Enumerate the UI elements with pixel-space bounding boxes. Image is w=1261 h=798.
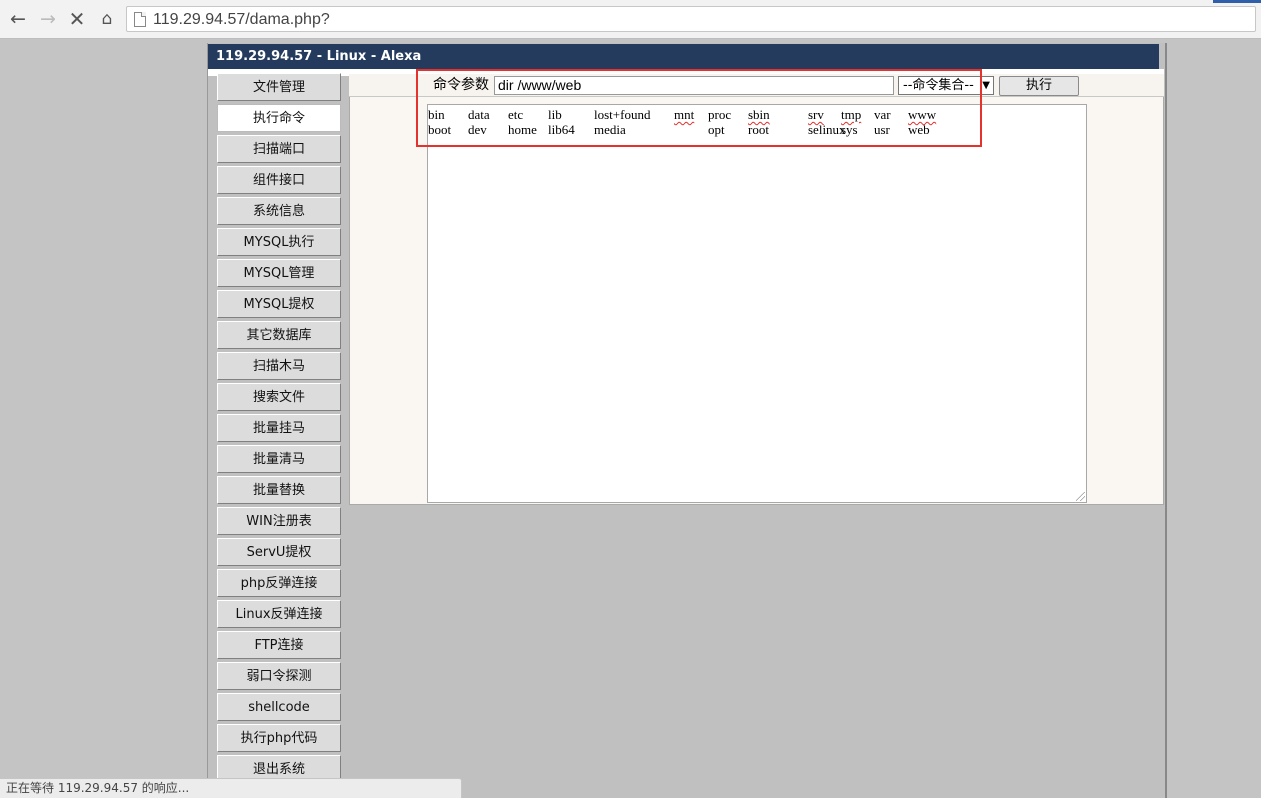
address-bar[interactable]: 119.29.94.57/dama.php? — [126, 6, 1256, 32]
sidebar-item[interactable]: MYSQL执行 — [217, 228, 341, 256]
sidebar-item[interactable]: 其它数据库 — [217, 321, 341, 349]
sidebar-item[interactable]: 扫描端口 — [217, 135, 341, 163]
dropdown-arrow-icon: ▼ — [982, 80, 990, 91]
page-title: 119.29.94.57 - Linux - Alexa — [208, 44, 1159, 69]
sidebar-item[interactable]: MYSQL管理 — [217, 259, 341, 287]
sidebar-item[interactable]: 扫描木马 — [217, 352, 341, 380]
sidebar-item[interactable]: 批量清马 — [217, 445, 341, 473]
sidebar-item[interactable]: 批量替换 — [217, 476, 341, 504]
sidebar-item[interactable]: MYSQL提权 — [217, 290, 341, 318]
address-url[interactable]: 119.29.94.57/dama.php? — [153, 11, 330, 29]
sidebar-item[interactable]: 批量挂马 — [217, 414, 341, 442]
sidebar-item[interactable]: 系统信息 — [217, 197, 341, 225]
back-arrow-icon[interactable]: ← — [6, 7, 30, 31]
sidebar-item[interactable]: php反弹连接 — [217, 569, 341, 597]
stop-loading-icon[interactable]: ✕ — [65, 7, 89, 31]
status-bar: 正在等待 119.29.94.57 的响应... — [0, 778, 462, 798]
sidebar-item[interactable]: 执行php代码 — [217, 724, 341, 752]
home-icon[interactable]: ⌂ — [95, 7, 119, 31]
sidebar-item[interactable]: WIN注册表 — [217, 507, 341, 535]
forward-arrow-icon[interactable]: → — [36, 7, 60, 31]
sidebar-item[interactable]: 组件接口 — [217, 166, 341, 194]
resize-grip-icon[interactable] — [1076, 492, 1085, 501]
sidebar-item[interactable]: Linux反弹连接 — [217, 600, 341, 628]
tab-strip-accent — [1213, 0, 1261, 3]
command-output-textarea[interactable]: bin data etc lib lost+found mnt proc sbin srv tmp… — [427, 104, 1087, 503]
sidebar-item[interactable]: ServU提权 — [217, 538, 341, 566]
sidebar-item[interactable]: 执行命令 — [217, 104, 341, 132]
sidebar-item[interactable]: 文件管理 — [217, 73, 341, 101]
sidebar-item[interactable]: 弱口令探测 — [217, 662, 341, 690]
sidebar-item[interactable]: 搜索文件 — [217, 383, 341, 411]
page-icon — [134, 12, 146, 27]
browser-toolbar: ← → ✕ ⌂ 119.29.94.57/dama.php? — [0, 0, 1261, 39]
execute-button[interactable]: 执行 — [999, 76, 1079, 96]
red-highlight-annotation — [416, 69, 982, 147]
sidebar-item[interactable]: FTP连接 — [217, 631, 341, 659]
sidebar-item[interactable]: shellcode — [217, 693, 341, 721]
